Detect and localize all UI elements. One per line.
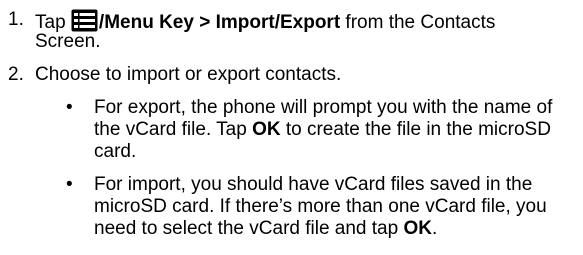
step-body: Tap /Menu Key > Import/Export from the C…	[35, 9, 495, 53]
ok-label: OK	[403, 218, 432, 239]
menu-path: /Menu Key > Import/Export	[98, 12, 341, 33]
step-number: 2.	[8, 64, 24, 85]
instruction-document: 1. Tap /Menu Key > Import/Export from th…	[0, 0, 583, 255]
bullet-text: For import, you should have vCard files …	[94, 174, 533, 195]
bullet-text: For export, the phone will prompt you wi…	[94, 97, 553, 118]
bullet-text: card.	[94, 141, 137, 162]
ok-label: OK	[252, 119, 281, 140]
step-text: Choose to import or export contacts.	[35, 64, 342, 85]
step-body: Choose to import or export contacts.	[35, 64, 341, 86]
bullet-body: For export, the phone will prompt you wi…	[94, 97, 583, 163]
bullet-dot: •	[66, 174, 73, 195]
bullet-dot: •	[66, 97, 73, 118]
bullet-text: .	[431, 218, 438, 239]
bullet-text: microSD card. If there’s more than one v…	[94, 196, 547, 217]
step-text: from the Contacts	[340, 12, 496, 33]
bullet-text: need to select the vCard file and tap	[94, 218, 404, 239]
menu-key-icon	[71, 9, 98, 32]
step-text: Tap	[35, 12, 71, 33]
bullet-text: to create the file in the microSD	[280, 119, 551, 140]
bullet-body: For import, you should have vCard files …	[94, 174, 583, 240]
step-number: 1.	[8, 9, 24, 30]
step-text: Screen.	[35, 31, 101, 52]
bullet-text: the vCard file. Tap	[94, 119, 253, 140]
